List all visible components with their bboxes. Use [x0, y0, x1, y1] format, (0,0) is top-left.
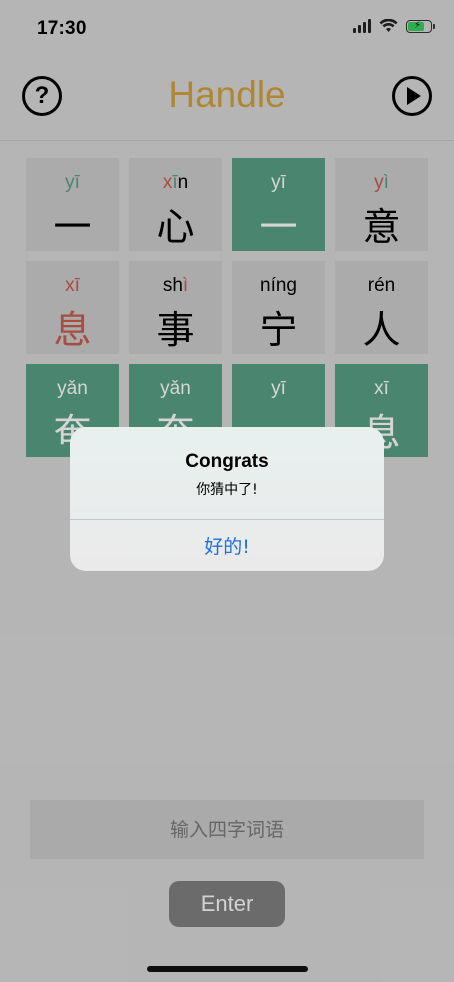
congrats-dialog: Congrats 你猜中了! 好的!	[70, 427, 384, 571]
dialog-title: Congrats	[185, 451, 269, 472]
dialog-ok-button[interactable]: 好的!	[70, 520, 384, 571]
dialog-message: 你猜中了!	[196, 482, 258, 498]
